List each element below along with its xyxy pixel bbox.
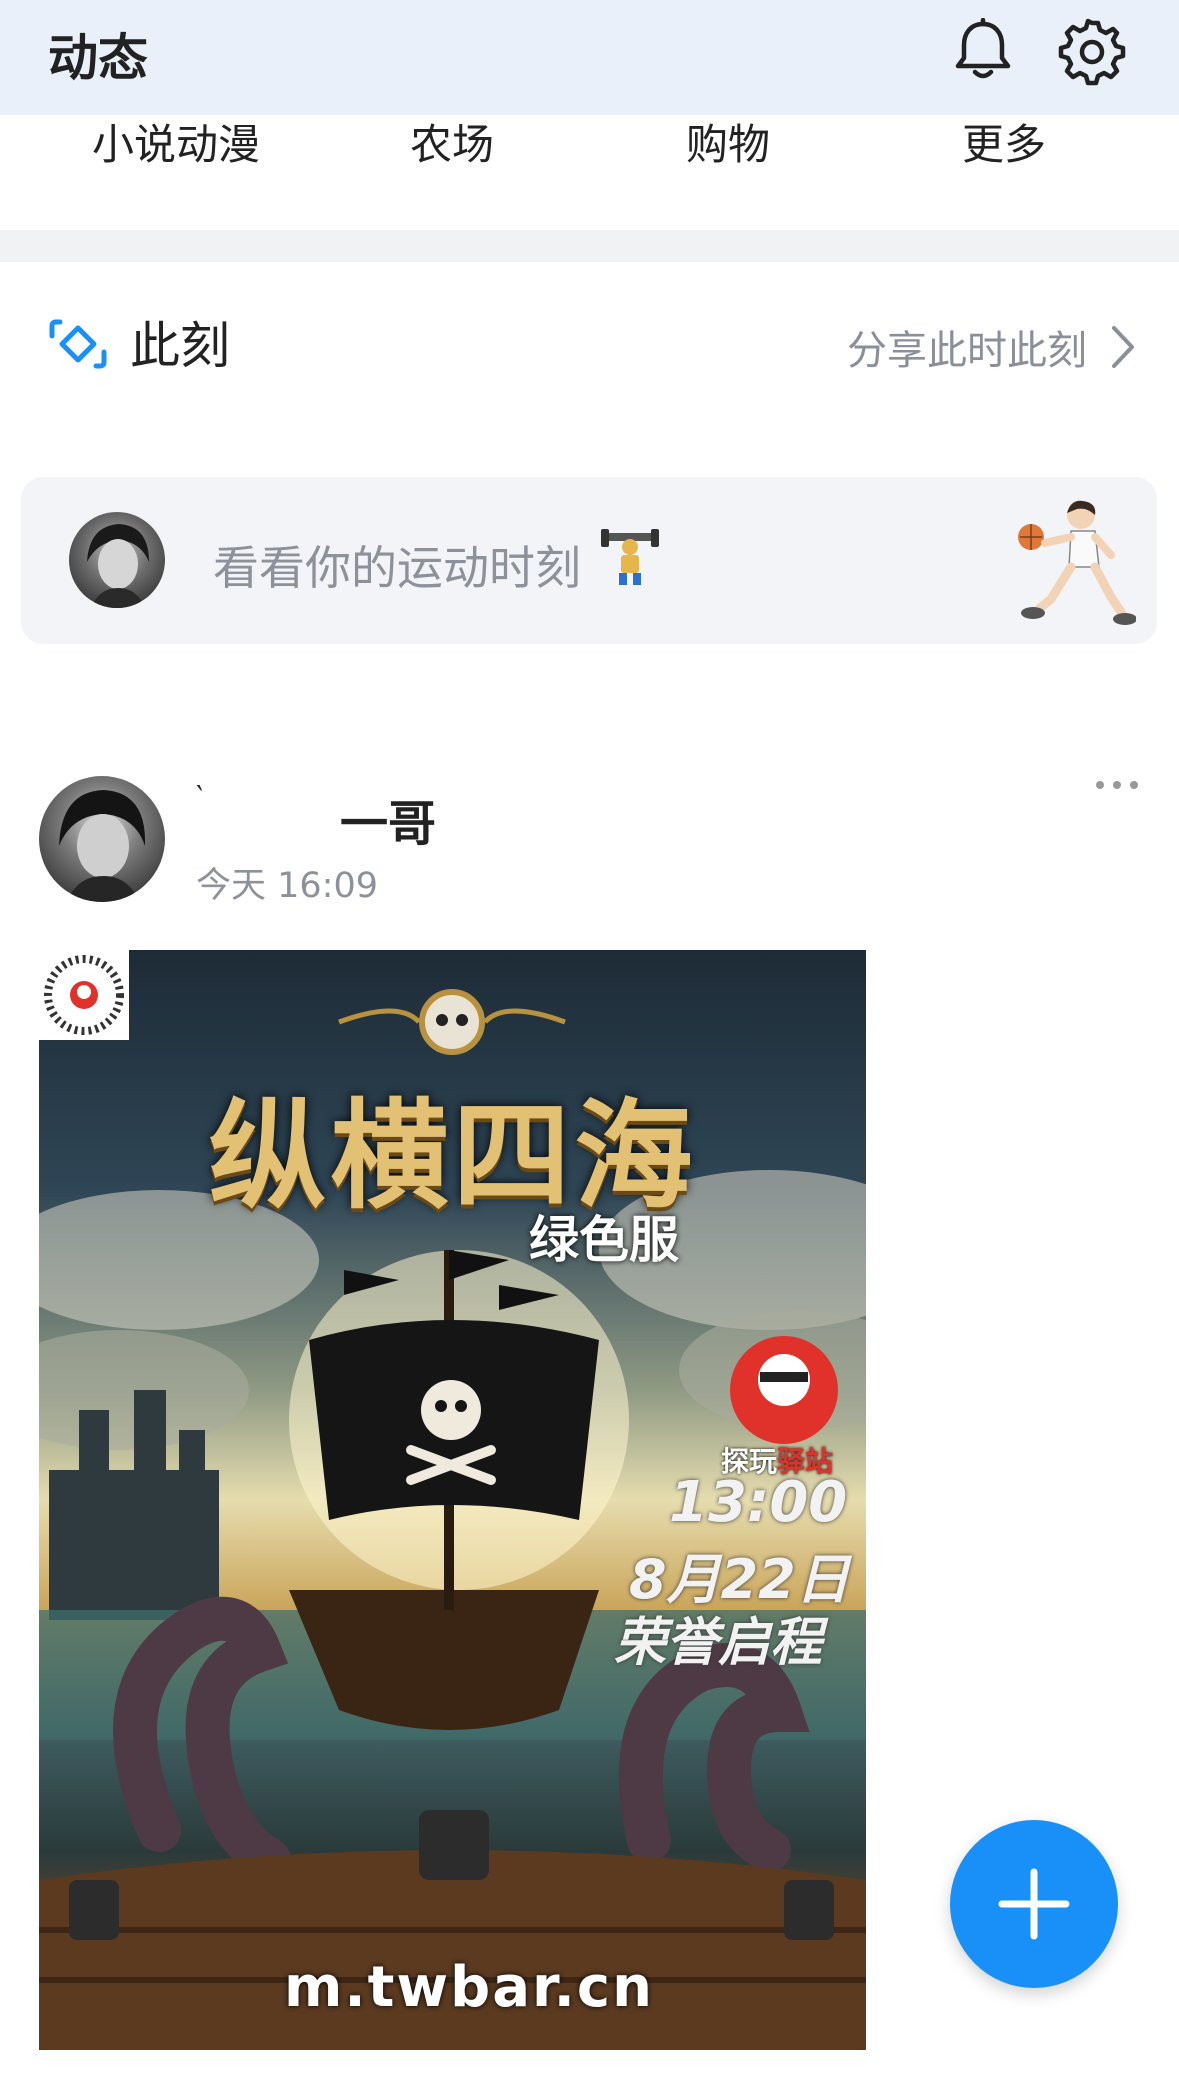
author-name[interactable]: 一哥 (340, 784, 436, 854)
moment-row[interactable]: 此刻 分享此时此刻 (0, 262, 1179, 422)
avatar[interactable] (69, 512, 165, 608)
poster-title: 纵横四海 (208, 1087, 697, 1225)
post-author-avatar[interactable] (39, 776, 165, 902)
poster-subtitle: 绿色服 (529, 1211, 679, 1269)
poster-honor-text: 荣誉启程 (614, 1613, 823, 1673)
trophy-icon (601, 529, 659, 585)
category-more[interactable]: 更多 (866, 115, 1142, 175)
gear-icon[interactable] (1058, 18, 1126, 86)
plus-icon (998, 1868, 1070, 1940)
post-timestamp: 今天 16:09 (196, 866, 378, 906)
moment-icon (49, 319, 107, 369)
author-name-prefix: ‵ (196, 780, 203, 815)
post-image[interactable]: 纵横四海 绿色服 探玩驿站 13:00 8月22日 荣誉启程 m.twbar.c… (39, 950, 866, 2050)
more-icon[interactable] (1092, 776, 1142, 794)
category-novel-anime[interactable]: 小说动漫 (38, 115, 314, 175)
sport-prompt-card[interactable]: 看看你的运动时刻 (21, 477, 1157, 644)
category-farm[interactable]: 农场 (314, 115, 590, 175)
qr-code (39, 950, 129, 1040)
add-post-button[interactable] (950, 1820, 1118, 1988)
poster-url: m.twbar.cn (284, 1955, 654, 2020)
page-title: 动态 (48, 29, 148, 87)
share-moment-link[interactable]: 分享此时此刻 (847, 318, 1087, 376)
category-row: 小说动漫 农场 购物 更多 (0, 115, 1179, 230)
section-divider (0, 230, 1179, 262)
moment-title: 此刻 (130, 317, 230, 375)
category-shopping[interactable]: 购物 (590, 115, 866, 175)
chevron-right-icon (1112, 326, 1134, 368)
top-header: 动态 (0, 0, 1179, 115)
sport-prompt-text: 看看你的运动时刻 (213, 541, 581, 595)
poster-time: 13:00 (669, 1470, 848, 1535)
bell-icon[interactable] (950, 18, 1016, 84)
basketball-player-illustration (1018, 500, 1136, 625)
